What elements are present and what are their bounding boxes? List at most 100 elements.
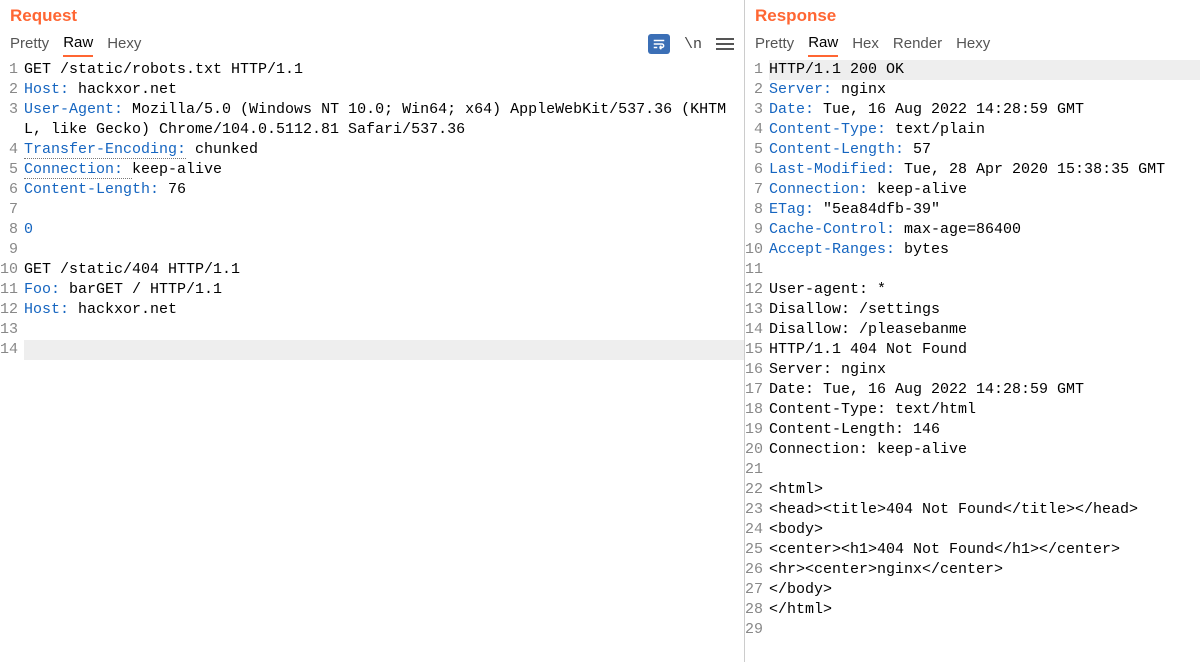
editor-line[interactable]: 28</html> — [745, 600, 1200, 620]
line-content[interactable]: <html> — [769, 480, 1200, 500]
editor-line[interactable]: 18Content-Type: text/html — [745, 400, 1200, 420]
line-content[interactable]: Content-Type: text/html — [769, 400, 1200, 420]
editor-line[interactable]: 12Host: hackxor.net — [0, 300, 744, 320]
line-content[interactable]: Disallow: /settings — [769, 300, 1200, 320]
line-content[interactable]: ETag: "5ea84dfb-39" — [769, 200, 1200, 220]
tab-hex[interactable]: Hex — [852, 33, 879, 56]
line-content[interactable]: Host: hackxor.net — [24, 300, 744, 320]
line-content[interactable]: Date: Tue, 16 Aug 2022 14:28:59 GMT — [769, 380, 1200, 400]
line-content[interactable]: Connection: keep-alive — [24, 160, 744, 180]
line-content[interactable]: Disallow: /pleasebanme — [769, 320, 1200, 340]
line-content[interactable] — [24, 320, 744, 340]
line-content[interactable]: <head><title>404 Not Found</title></head… — [769, 500, 1200, 520]
editor-line[interactable]: 23<head><title>404 Not Found</title></he… — [745, 500, 1200, 520]
line-content[interactable] — [769, 620, 1200, 640]
editor-line[interactable]: 13 — [0, 320, 744, 340]
line-content[interactable]: Content-Length: 76 — [24, 180, 744, 200]
line-content[interactable]: </html> — [769, 600, 1200, 620]
editor-line[interactable]: 29 — [745, 620, 1200, 640]
editor-line[interactable]: 14Disallow: /pleasebanme — [745, 320, 1200, 340]
line-content[interactable]: Accept-Ranges: bytes — [769, 240, 1200, 260]
editor-line[interactable]: 25<center><h1>404 Not Found</h1></center… — [745, 540, 1200, 560]
line-content[interactable]: Connection: keep-alive — [769, 440, 1200, 460]
editor-line[interactable]: 16Server: nginx — [745, 360, 1200, 380]
editor-line[interactable]: 8ETag: "5ea84dfb-39" — [745, 200, 1200, 220]
line-content[interactable]: <center><h1>404 Not Found</h1></center> — [769, 540, 1200, 560]
editor-line[interactable]: 17Date: Tue, 16 Aug 2022 14:28:59 GMT — [745, 380, 1200, 400]
line-content[interactable]: Content-Type: text/plain — [769, 120, 1200, 140]
editor-line[interactable]: 14 — [0, 340, 744, 360]
editor-line[interactable]: 2Server: nginx — [745, 80, 1200, 100]
line-content[interactable]: Server: nginx — [769, 80, 1200, 100]
line-content[interactable]: </body> — [769, 580, 1200, 600]
tab-hexy[interactable]: Hexy — [956, 33, 990, 56]
editor-line[interactable]: 24<body> — [745, 520, 1200, 540]
editor-line[interactable]: 27</body> — [745, 580, 1200, 600]
editor-line[interactable]: 4Content-Type: text/plain — [745, 120, 1200, 140]
line-content[interactable]: Transfer-Encoding: chunked — [24, 140, 744, 160]
tab-render[interactable]: Render — [893, 33, 942, 56]
response-editor[interactable]: 1HTTP/1.1 200 OK2Server: nginx3Date: Tue… — [745, 58, 1200, 662]
tab-pretty[interactable]: Pretty — [10, 33, 49, 56]
line-content[interactable]: Foo: barGET / HTTP/1.1 — [24, 280, 744, 300]
editor-line[interactable]: 2Host: hackxor.net — [0, 80, 744, 100]
line-number: 8 — [0, 220, 24, 240]
line-content[interactable] — [24, 240, 744, 260]
line-content[interactable]: User-agent: * — [769, 280, 1200, 300]
editor-line[interactable]: 7Connection: keep-alive — [745, 180, 1200, 200]
editor-line[interactable]: 11 — [745, 260, 1200, 280]
editor-line[interactable]: 10Accept-Ranges: bytes — [745, 240, 1200, 260]
editor-line[interactable]: 9Cache-Control: max-age=86400 — [745, 220, 1200, 240]
editor-line[interactable]: 4Transfer-Encoding: chunked — [0, 140, 744, 160]
line-content[interactable]: Date: Tue, 16 Aug 2022 14:28:59 GMT — [769, 100, 1200, 120]
editor-line[interactable]: 21 — [745, 460, 1200, 480]
editor-line[interactable]: 80 — [0, 220, 744, 240]
editor-line[interactable]: 1HTTP/1.1 200 OK — [745, 60, 1200, 80]
tab-raw[interactable]: Raw — [808, 32, 838, 57]
editor-line[interactable]: 22<html> — [745, 480, 1200, 500]
line-content[interactable] — [769, 460, 1200, 480]
line-content[interactable]: <body> — [769, 520, 1200, 540]
line-content[interactable]: Cache-Control: max-age=86400 — [769, 220, 1200, 240]
editor-line[interactable]: 1GET /static/robots.txt HTTP/1.1 — [0, 60, 744, 80]
editor-line[interactable]: 19Content-Length: 146 — [745, 420, 1200, 440]
line-content[interactable]: Server: nginx — [769, 360, 1200, 380]
line-content[interactable]: GET /static/robots.txt HTTP/1.1 — [24, 60, 744, 80]
line-content[interactable]: 0 — [24, 220, 744, 240]
wrap-icon[interactable] — [648, 34, 670, 54]
editor-line[interactable]: 7 — [0, 200, 744, 220]
menu-icon[interactable] — [716, 38, 734, 50]
editor-line[interactable]: 6Last-Modified: Tue, 28 Apr 2020 15:38:3… — [745, 160, 1200, 180]
editor-line[interactable]: 20Connection: keep-alive — [745, 440, 1200, 460]
editor-line[interactable]: 5Content-Length: 57 — [745, 140, 1200, 160]
newline-indicator[interactable]: \n — [684, 36, 702, 53]
line-content[interactable]: User-Agent: Mozilla/5.0 (Windows NT 10.0… — [24, 100, 744, 140]
line-content[interactable]: Content-Length: 57 — [769, 140, 1200, 160]
line-content[interactable]: Last-Modified: Tue, 28 Apr 2020 15:38:35… — [769, 160, 1200, 180]
tab-hexy[interactable]: Hexy — [107, 33, 141, 56]
editor-line[interactable]: 26<hr><center>nginx</center> — [745, 560, 1200, 580]
line-content[interactable]: Host: hackxor.net — [24, 80, 744, 100]
tab-raw[interactable]: Raw — [63, 32, 93, 57]
editor-line[interactable]: 11Foo: barGET / HTTP/1.1 — [0, 280, 744, 300]
tab-pretty[interactable]: Pretty — [755, 33, 794, 56]
editor-line[interactable]: 6Content-Length: 76 — [0, 180, 744, 200]
editor-line[interactable]: 13Disallow: /settings — [745, 300, 1200, 320]
editor-line[interactable]: 9 — [0, 240, 744, 260]
line-content[interactable]: Content-Length: 146 — [769, 420, 1200, 440]
line-content[interactable]: <hr><center>nginx</center> — [769, 560, 1200, 580]
editor-line[interactable]: 3User-Agent: Mozilla/5.0 (Windows NT 10.… — [0, 100, 744, 140]
editor-line[interactable]: 15HTTP/1.1 404 Not Found — [745, 340, 1200, 360]
editor-line[interactable]: 12User-agent: * — [745, 280, 1200, 300]
line-content[interactable]: Connection: keep-alive — [769, 180, 1200, 200]
editor-line[interactable]: 5Connection: keep-alive — [0, 160, 744, 180]
line-content[interactable] — [24, 340, 744, 360]
line-content[interactable]: GET /static/404 HTTP/1.1 — [24, 260, 744, 280]
line-content[interactable]: HTTP/1.1 404 Not Found — [769, 340, 1200, 360]
editor-line[interactable]: 10GET /static/404 HTTP/1.1 — [0, 260, 744, 280]
request-editor[interactable]: 1GET /static/robots.txt HTTP/1.12Host: h… — [0, 58, 744, 662]
editor-line[interactable]: 3Date: Tue, 16 Aug 2022 14:28:59 GMT — [745, 100, 1200, 120]
line-content[interactable]: HTTP/1.1 200 OK — [769, 60, 1200, 80]
line-content[interactable] — [24, 200, 744, 220]
line-content[interactable] — [769, 260, 1200, 280]
